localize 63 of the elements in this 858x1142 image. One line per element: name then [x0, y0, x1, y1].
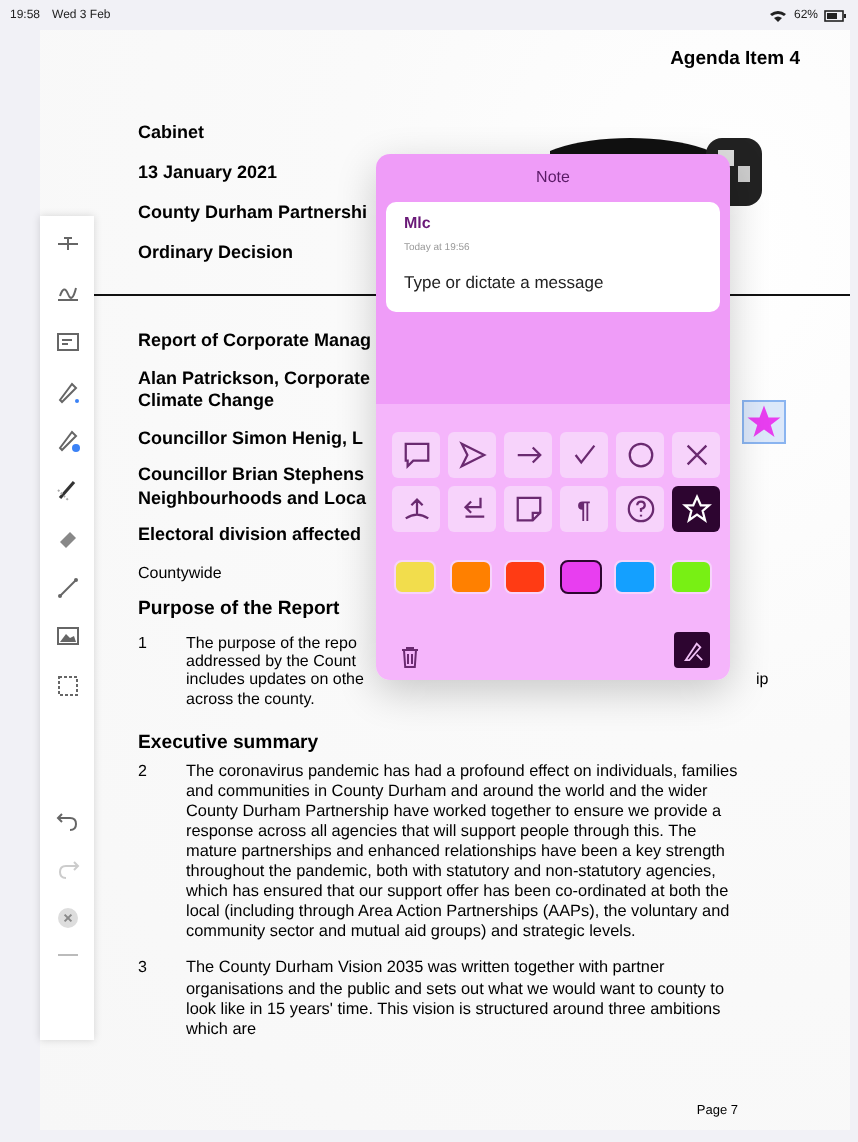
cross-icon — [681, 440, 711, 470]
marker-icon[interactable] — [55, 477, 79, 501]
header-line: Cabinet — [138, 120, 205, 144]
shape-tool-button[interactable]: ¶ — [560, 486, 608, 532]
shape-tool-button[interactable] — [504, 432, 552, 478]
checkmark-icon — [569, 440, 599, 470]
shape-tool-button[interactable] — [448, 432, 496, 478]
note-title: Note — [534, 168, 572, 190]
message-field[interactable]: Type or dictate a message — [404, 272, 704, 292]
header-line: 13 January 2021 — [138, 160, 278, 184]
line-icon[interactable] — [55, 575, 79, 599]
pen-icon — [681, 639, 703, 661]
agenda-label: Agenda Item 4 — [670, 48, 800, 70]
paragraph-fragment: ip — [756, 670, 769, 690]
report-line: Councillor Simon Henig, L — [138, 427, 363, 450]
paragraph-text: The County Durham Vision 2035 was written together with partner organisations and the public and sets out what we would want to county to look like in 15 years' time. This vision is structured around three ambitions which are — [186, 958, 726, 1040]
speech-bubble-icon — [401, 440, 431, 470]
close-icon[interactable] — [55, 905, 79, 929]
note-author: Mlc — [404, 214, 433, 232]
header-line: Ordinary Decision — [138, 240, 294, 264]
report-line: Purpose of the Report — [138, 598, 340, 621]
shape-tool-button[interactable] — [504, 486, 552, 532]
sticky-note-icon — [513, 494, 543, 524]
paragraph-line: across the county. — [186, 689, 317, 709]
battery-icon — [824, 9, 846, 21]
highlight-icon[interactable] — [55, 232, 79, 256]
report-line: Report of Corporate Manag — [138, 330, 372, 353]
report-line: Alan Patrickson, Corporate Climate Change — [138, 367, 371, 413]
select-icon[interactable] — [55, 673, 79, 697]
image-icon[interactable] — [55, 624, 79, 648]
color-swatch[interactable] — [559, 560, 602, 594]
section-heading: Executive summary — [138, 732, 319, 756]
shape-tool-button[interactable] — [672, 432, 720, 478]
shape-tool-button[interactable] — [392, 486, 440, 532]
shape-tool-button[interactable] — [392, 432, 440, 478]
shape-tool-button[interactable] — [616, 432, 664, 478]
paragraph-line: includes updates on othe — [186, 670, 364, 690]
shape-tool-button[interactable] — [448, 486, 496, 532]
shape-tool-button[interactable] — [616, 486, 664, 532]
triangle-arrow-icon — [457, 440, 487, 470]
star-icon — [681, 494, 711, 524]
wifi-icon — [769, 9, 786, 21]
header-line: County Durham Partnershi — [138, 200, 368, 224]
insert-caret-icon — [401, 494, 431, 524]
star-annotation[interactable] — [742, 400, 786, 444]
paragraph-number: 2 — [138, 761, 149, 784]
circle-icon — [625, 440, 655, 470]
paragraph-number: 1 — [138, 633, 149, 655]
paragraph-text: The coronavirus pandemic has had a profound effect on individuals, families and communities in County Durham and around the world and the wider County Durham Partnership have worked together to ensure we provide a response across all agencies that will support people through this. The mature partnerships and enhanced relationships have been a key strength throughout the pandemic, both with statutory and non-statutory agencies, which has ensured that our support offer has been co-ordinated at both the local (including through Area Action Partnerships (AAPs), the voluntary and community sector and mutual aid groups) and strategic levels. — [186, 761, 740, 943]
trash-icon[interactable] — [400, 646, 420, 668]
report-line: Councillor Brian Stephens Neighbourhoods and Loca — [138, 464, 366, 510]
shape-tool-button[interactable] — [672, 486, 720, 532]
report-line: Electoral division affected — [138, 524, 362, 547]
style-button[interactable] — [674, 632, 710, 668]
undo-icon[interactable] — [55, 807, 79, 831]
pen-icon[interactable] — [55, 379, 79, 403]
textbox-icon[interactable] — [55, 330, 79, 354]
eraser-icon[interactable] — [55, 526, 79, 550]
paragraph-number: 3 — [138, 958, 149, 981]
report-line: Countywide — [138, 561, 222, 584]
paragraph-line: The purpose of the repo — [186, 633, 359, 652]
paragraph-line: addressed by the Count — [186, 651, 356, 671]
help-icon — [625, 494, 655, 524]
